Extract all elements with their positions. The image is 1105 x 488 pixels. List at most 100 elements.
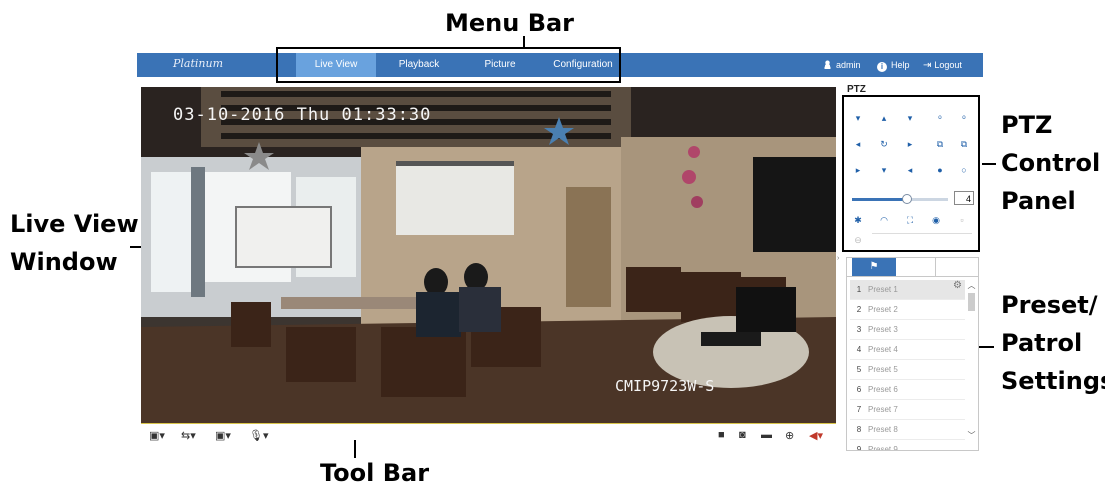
preset-number: 8 xyxy=(856,425,862,434)
callout-tool-bar: Tool Bar xyxy=(320,459,430,487)
preset-row[interactable]: 4 Preset 4 xyxy=(850,340,965,360)
preset-row[interactable]: 6 Preset 6 xyxy=(850,380,965,400)
tool-bar: ▣▾ ⇆▾ ▣▾ 🎙▾ ■ ◙ ▬ ⊕ ◀▾ xyxy=(141,426,836,448)
ptz-right-icon[interactable]: ▸ xyxy=(902,137,918,151)
preset-number: 7 xyxy=(856,405,862,414)
ptz-down-left-icon[interactable]: ▸ xyxy=(850,163,866,177)
snapshot-icon[interactable]: ◙ xyxy=(739,429,746,441)
live-view-border xyxy=(141,423,836,424)
preset-row[interactable]: 8 Preset 8 xyxy=(850,420,965,440)
preset-row[interactable]: 1 Preset 1 xyxy=(850,280,965,300)
preset-row[interactable]: 9 Preset 9 xyxy=(850,440,965,451)
ptz-auto-icon[interactable]: ↻ xyxy=(876,137,892,151)
iris-open-icon[interactable]: ● xyxy=(932,163,948,177)
ptz-down-icon[interactable]: ▾ xyxy=(876,163,892,177)
lens-init-icon[interactable]: ◉ xyxy=(928,213,944,227)
preset-label: Preset 1 xyxy=(868,285,898,294)
preset-scrollbar[interactable]: ︿ ﹀ xyxy=(967,280,976,450)
manual-tracking-icon[interactable]: ▫ xyxy=(954,213,970,227)
ratio-icon[interactable]: ▣▾ xyxy=(215,429,231,442)
callout-live-2: Window xyxy=(10,248,118,276)
menu-bar-highlight-box xyxy=(276,47,621,83)
record-icon[interactable]: ▬ xyxy=(761,429,772,441)
user-icon xyxy=(823,60,832,69)
preset-settings-icon[interactable]: ⚙ xyxy=(953,280,962,291)
preset-number: 3 xyxy=(856,325,862,334)
stream-icon[interactable]: ⇆▾ xyxy=(181,429,196,442)
callout-ptz-2: Control xyxy=(1001,149,1101,177)
preset-row[interactable]: 7 Preset 7 xyxy=(850,400,965,420)
preset-row[interactable]: 5 Preset 5 xyxy=(850,360,965,380)
preset-label: Preset 7 xyxy=(868,405,898,414)
ptz-up-left-icon[interactable]: ▾ xyxy=(850,111,866,125)
tab-patrol-divider xyxy=(935,258,936,276)
iris-close-icon[interactable]: ○ xyxy=(956,163,972,177)
preset-number: 2 xyxy=(856,305,862,314)
preset-label: Preset 9 xyxy=(868,445,898,451)
microphone-icon[interactable]: 🎙▾ xyxy=(249,429,269,442)
callout-preset-2: Patrol xyxy=(1001,329,1083,357)
preset-label: Preset 6 xyxy=(868,385,898,394)
preset-label: Preset 2 xyxy=(868,305,898,314)
zoom-out-icon[interactable]: ᵒ xyxy=(956,111,972,125)
callout-ptz-3: Panel xyxy=(1001,187,1076,215)
ptz-extra-row xyxy=(872,233,972,248)
focus-assist-icon[interactable]: ⛶ xyxy=(902,213,918,227)
scroll-down-icon[interactable]: ﹀ xyxy=(967,430,976,441)
ptz-control-panel: ▾ ▴ ▾ ◂ ↻ ▸ ▸ ▾ ◂ ᵒ ᵒ ⧉ ⧉ ● ○ 4 ✱ ◠ ⛶ ◉ … xyxy=(842,95,980,252)
scroll-up-icon[interactable]: ︿ xyxy=(967,280,976,291)
ptz-down-right-icon[interactable]: ◂ xyxy=(902,163,918,177)
callout-line-ptz xyxy=(982,163,996,165)
preset-row[interactable]: 3 Preset 3 xyxy=(850,320,965,340)
callout-preset-1: Preset/ xyxy=(1001,291,1098,319)
help-link[interactable]: i Help xyxy=(877,53,910,77)
speed-slider-handle[interactable] xyxy=(901,194,912,204)
zoom-3d-icon[interactable]: ⊖ xyxy=(850,233,866,247)
callout-preset-3: Settings xyxy=(1001,367,1105,395)
speed-slider[interactable] xyxy=(852,194,948,204)
focus-far-icon[interactable]: ⧉ xyxy=(956,137,972,151)
user-menu[interactable]: admin xyxy=(823,53,861,77)
ptz-left-icon[interactable]: ◂ xyxy=(850,137,866,151)
preset-tabs: ⚑ xyxy=(847,258,978,277)
live-view-window[interactable]: 03-10-2016 Thu 01:33:30 CMIP9723W-S xyxy=(141,87,836,423)
user-name: admin xyxy=(836,60,861,70)
help-label: Help xyxy=(891,60,910,70)
preset-number: 9 xyxy=(856,445,862,451)
preset-number: 1 xyxy=(856,285,862,294)
ptz-up-right-icon[interactable]: ▾ xyxy=(902,111,918,125)
app-logo: Platinum xyxy=(173,57,224,70)
logout-icon: ⇥ xyxy=(923,60,932,71)
logout-label: Logout xyxy=(934,60,962,70)
stop-icon[interactable]: ■ xyxy=(718,429,725,441)
panel-collapse-handle[interactable]: › xyxy=(837,255,839,262)
tab-preset[interactable]: ⚑ xyxy=(852,258,896,276)
scroll-thumb[interactable] xyxy=(968,293,975,311)
audio-mute-icon[interactable]: ◀▾ xyxy=(809,429,823,442)
flag-icon: ⚑ xyxy=(869,261,879,272)
layout-icon[interactable]: ▣▾ xyxy=(149,429,165,442)
callout-menu-bar: Menu Bar xyxy=(445,9,575,37)
callout-ptz-1: PTZ xyxy=(1001,111,1053,139)
camera-feed xyxy=(141,87,836,423)
preset-number: 5 xyxy=(856,365,862,374)
wiper-icon[interactable]: ◠ xyxy=(876,213,892,227)
osd-camera-name: CMIP9723W-S xyxy=(615,377,715,395)
zoom-icon[interactable]: ⊕ xyxy=(785,429,794,442)
preset-label: Preset 8 xyxy=(868,425,898,434)
preset-label: Preset 4 xyxy=(868,345,898,354)
ptz-up-icon[interactable]: ▴ xyxy=(876,111,892,125)
preset-number: 4 xyxy=(856,345,862,354)
speed-slider-fill xyxy=(852,198,907,201)
speed-value: 4 xyxy=(954,191,974,205)
preset-patrol-panel: ⚑ 1 Preset 1 2 Preset 2 3 Preset 3 4 Preset 45P… xyxy=(846,257,979,451)
focus-near-icon[interactable]: ⧉ xyxy=(932,137,948,151)
logout-link[interactable]: ⇥ Logout xyxy=(923,53,962,77)
preset-row[interactable]: 2 Preset 2 xyxy=(850,300,965,320)
help-icon: i xyxy=(877,62,887,72)
osd-timestamp: 03-10-2016 Thu 01:33:30 xyxy=(173,105,432,125)
light-icon[interactable]: ✱ xyxy=(850,213,866,227)
zoom-in-icon[interactable]: ᵒ xyxy=(932,111,948,125)
ptz-title: PTZ xyxy=(847,84,866,95)
callout-live-1: Live View xyxy=(10,210,139,238)
